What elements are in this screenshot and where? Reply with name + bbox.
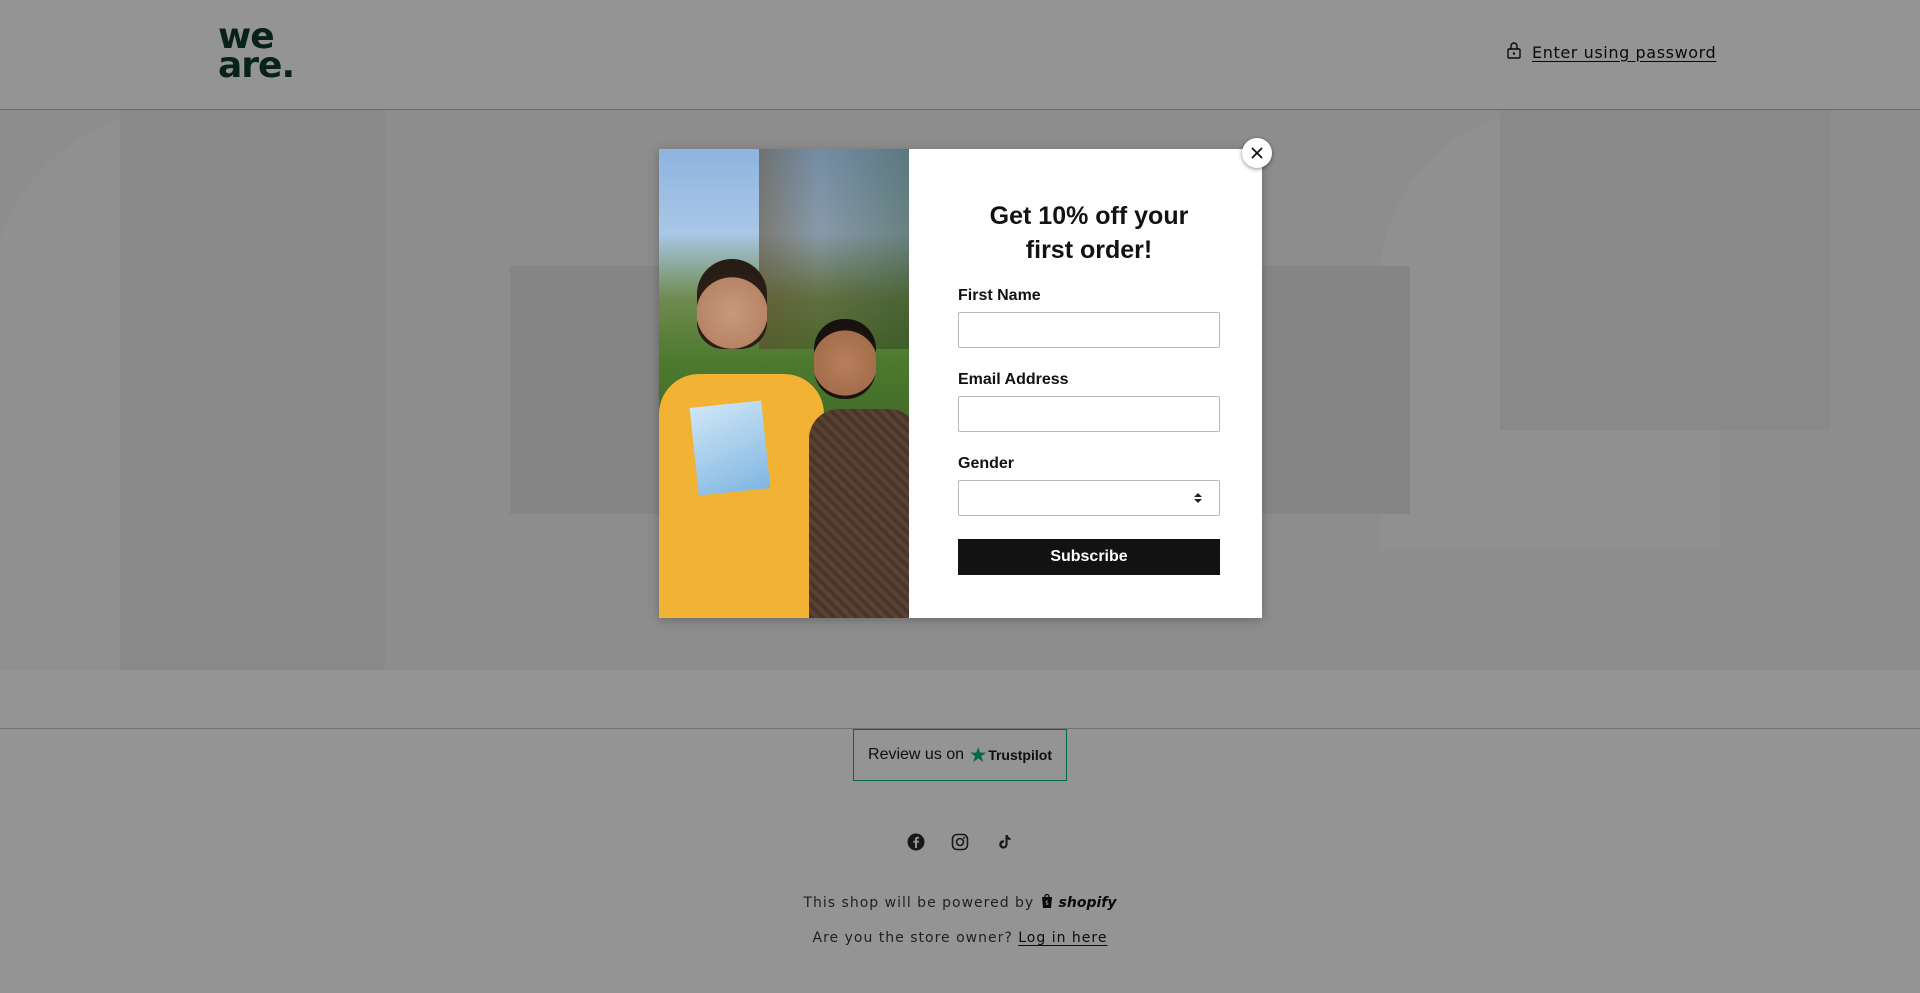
- email-label: Email Address: [958, 371, 1069, 388]
- popup-title: Get 10% off your first order!: [989, 202, 1189, 264]
- image-shirt-print: [689, 400, 771, 496]
- gender-select[interactable]: [958, 480, 1220, 516]
- select-arrows-icon: [1194, 490, 1202, 506]
- image-person-woman: [809, 409, 909, 618]
- popup-form: Get 10% off your first order! First Name…: [909, 149, 1262, 618]
- gender-label: Gender: [958, 455, 1015, 472]
- email-field[interactable]: [958, 396, 1220, 432]
- close-popup-button[interactable]: [1242, 138, 1272, 168]
- popup-image: [659, 149, 909, 618]
- image-person-woman-head: [814, 319, 876, 399]
- first-name-label: First Name: [958, 287, 1041, 304]
- newsletter-popup: Get 10% off your first order! First Name…: [659, 149, 1262, 618]
- first-name-field[interactable]: [958, 312, 1220, 348]
- image-trees: [759, 149, 909, 349]
- subscribe-button[interactable]: Subscribe: [958, 539, 1220, 575]
- image-person-man-head: [697, 259, 767, 349]
- close-icon: [1251, 144, 1263, 163]
